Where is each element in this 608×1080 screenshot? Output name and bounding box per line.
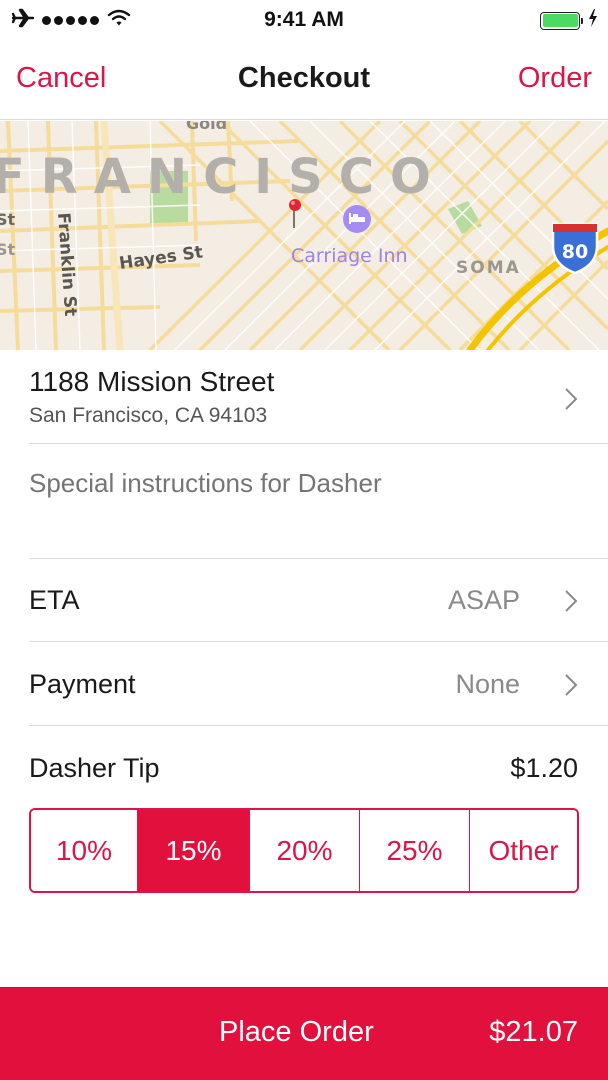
battery-icon [540,11,583,30]
navigation-bar: Cancel Checkout Order [0,40,608,120]
place-order-label: Place Order [219,1016,374,1048]
tip-amount: $1.20 [510,753,578,783]
tip-option-10[interactable]: 10% [31,810,138,891]
tip-label: Dasher Tip [29,753,160,783]
address-line1: 1188 Mission Street [29,366,275,397]
chevron-right-icon [565,388,578,410]
tip-option-25[interactable]: 25% [360,810,470,891]
hotel-bed-icon [343,205,371,233]
eta-label: ETA [29,585,80,615]
address-row[interactable]: 1188 Mission Street San Francisco, CA 94… [0,350,608,444]
special-instructions-input[interactable] [29,468,589,499]
charging-bolt-icon [588,9,598,32]
map-label-top: Gold [186,121,227,133]
map-label-left-2: St [0,240,16,259]
eta-row[interactable]: ETA ASAP [0,559,608,641]
divider [29,443,608,444]
chevron-right-icon [565,674,578,696]
chevron-right-icon [565,590,578,612]
map-label-poi: Carriage Inn [291,245,408,267]
payment-value: None [455,669,520,699]
address-line2: San Francisco, CA 94103 [29,404,268,427]
cancel-button[interactable]: Cancel [16,62,106,95]
status-bar: 9:41 AM [0,0,608,40]
eta-value: ASAP [447,585,520,615]
tip-segmented-control: 10% 15% 20% 25% Other [29,808,579,893]
order-total: $21.07 [489,1016,578,1048]
payment-label: Payment [29,669,136,699]
tip-row: Dasher Tip $1.20 [0,726,608,806]
status-right [540,9,598,32]
order-button[interactable]: Order [518,62,592,95]
payment-row[interactable]: Payment None [0,642,608,725]
map-label-left-1: St [0,210,16,229]
tip-option-15[interactable]: 15% [138,810,250,891]
tip-option-20[interactable]: 20% [250,810,360,891]
status-time: 9:41 AM [264,8,344,31]
delivery-map[interactable]: FRANCISCO Gold St St Franklin St Hayes S… [0,121,608,350]
map-label-district: SOMA [456,258,521,278]
place-order-button[interactable]: Place Order $21.07 [0,987,608,1080]
highway-number: 80 [562,241,588,263]
tip-option-other[interactable]: Other [470,810,577,891]
map-label-city: FRANCISCO [0,149,447,205]
